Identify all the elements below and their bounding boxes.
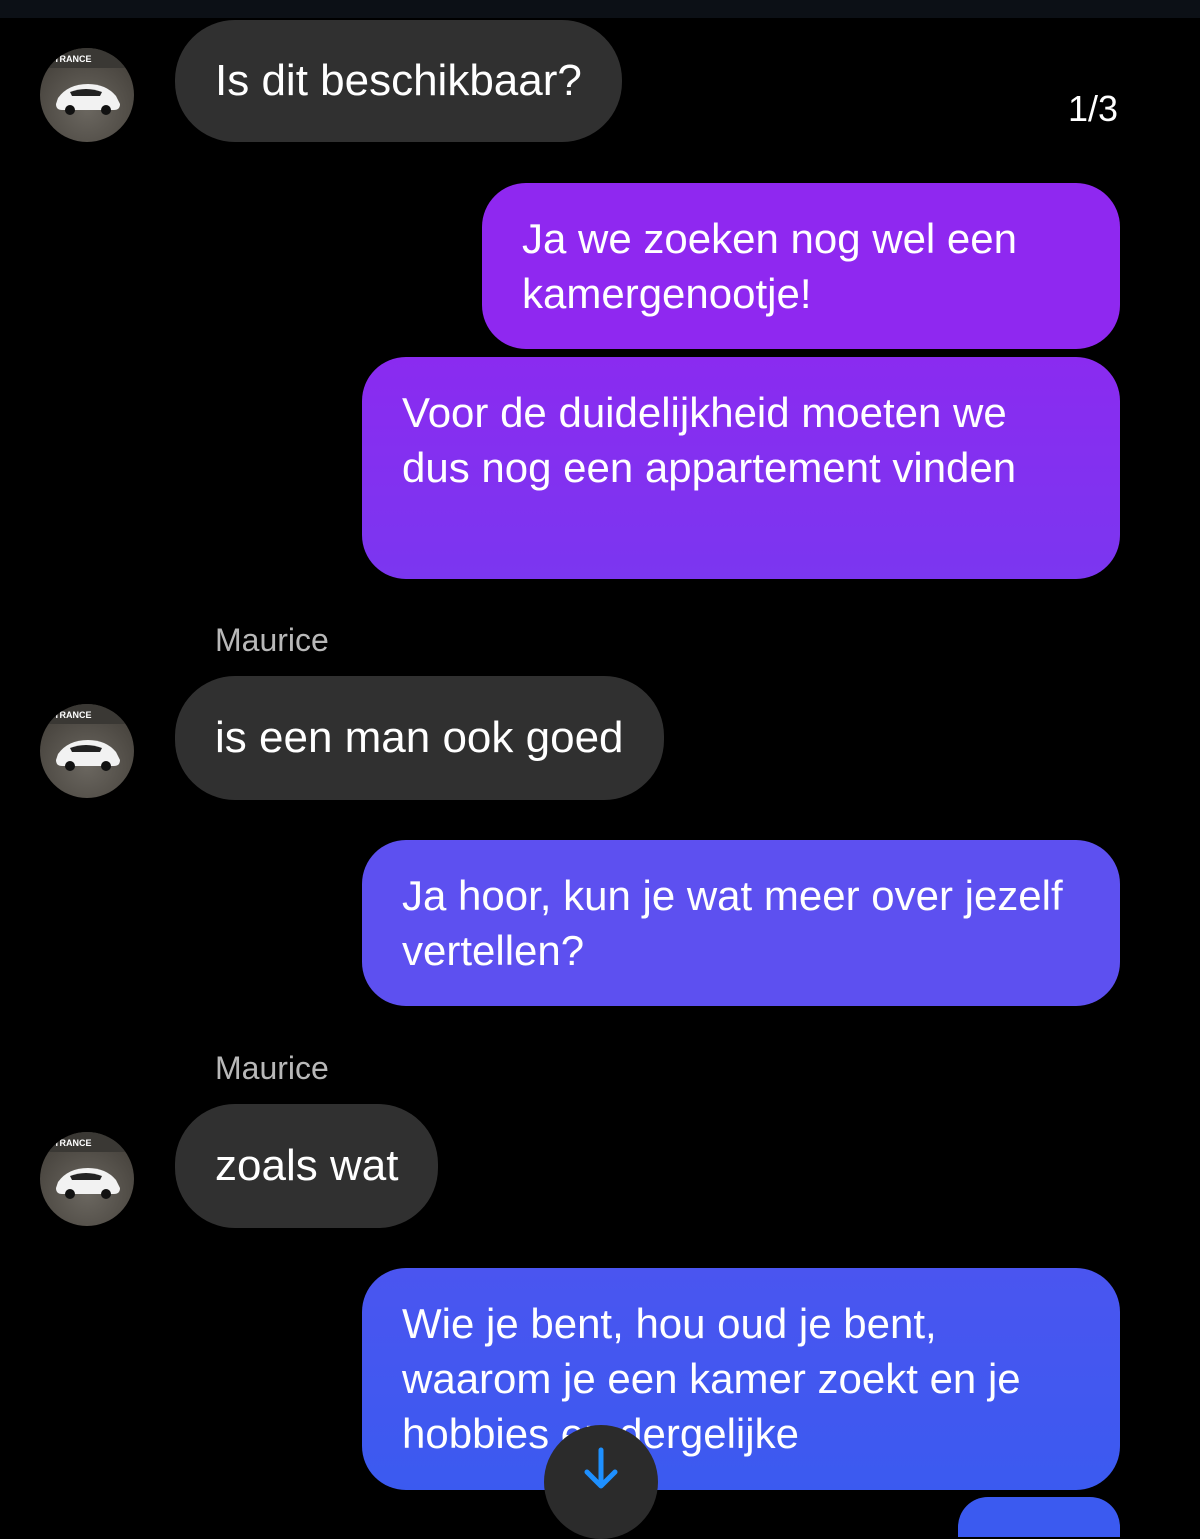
status-bar xyxy=(0,0,1200,18)
avatar[interactable]: TRANCE xyxy=(40,1132,134,1226)
incoming-message-bubble[interactable]: is een man ook goed xyxy=(175,676,664,800)
message-text: Ja hoor, kun je wat meer over jezelf ver… xyxy=(402,872,1063,974)
scroll-to-bottom-button[interactable] xyxy=(544,1425,658,1539)
sender-name: Maurice xyxy=(215,1050,329,1086)
message-text: Ja we zoeken nog wel een kamergenootje! xyxy=(522,215,1017,317)
message-text: is een man ook goed xyxy=(215,713,624,762)
message-text: zoals wat xyxy=(215,1141,399,1190)
outgoing-message-bubble-partial xyxy=(958,1497,1120,1537)
outgoing-message-bubble[interactable]: Ja we zoeken nog wel een kamergenootje! xyxy=(482,183,1120,349)
message-text: Wie je bent, hou oud je bent, waarom je … xyxy=(402,1300,1021,1457)
incoming-message-bubble[interactable]: zoals wat xyxy=(175,1104,439,1228)
message-text: Is dit beschikbaar? xyxy=(215,56,582,105)
avatar[interactable]: TRANCE xyxy=(40,48,134,142)
message-text: Voor de duidelijkheid moeten we dus nog … xyxy=(402,389,1017,491)
car-avatar-icon: TRANCE xyxy=(40,704,134,771)
avatar-logo-text: TRANCE xyxy=(54,54,92,64)
incoming-message-bubble[interactable]: Is dit beschikbaar? xyxy=(175,20,622,142)
avatar-logo-text: TRANCE xyxy=(54,1138,92,1148)
car-avatar-icon: TRANCE xyxy=(40,1132,134,1199)
outgoing-message-bubble[interactable]: Ja hoor, kun je wat meer over jezelf ver… xyxy=(362,840,1120,1006)
avatar[interactable]: TRANCE xyxy=(40,704,134,798)
message-counter: 1/3 xyxy=(1067,88,1118,129)
car-avatar-icon: TRANCE xyxy=(40,48,134,115)
sender-name: Maurice xyxy=(215,622,329,658)
arrow-down-icon xyxy=(584,1447,618,1489)
outgoing-message-bubble[interactable]: Wie je bent, hou oud je bent, waarom je … xyxy=(362,1268,1120,1490)
outgoing-message-bubble[interactable]: Voor de duidelijkheid moeten we dus nog … xyxy=(362,357,1120,579)
avatar-logo-text: TRANCE xyxy=(54,710,92,720)
